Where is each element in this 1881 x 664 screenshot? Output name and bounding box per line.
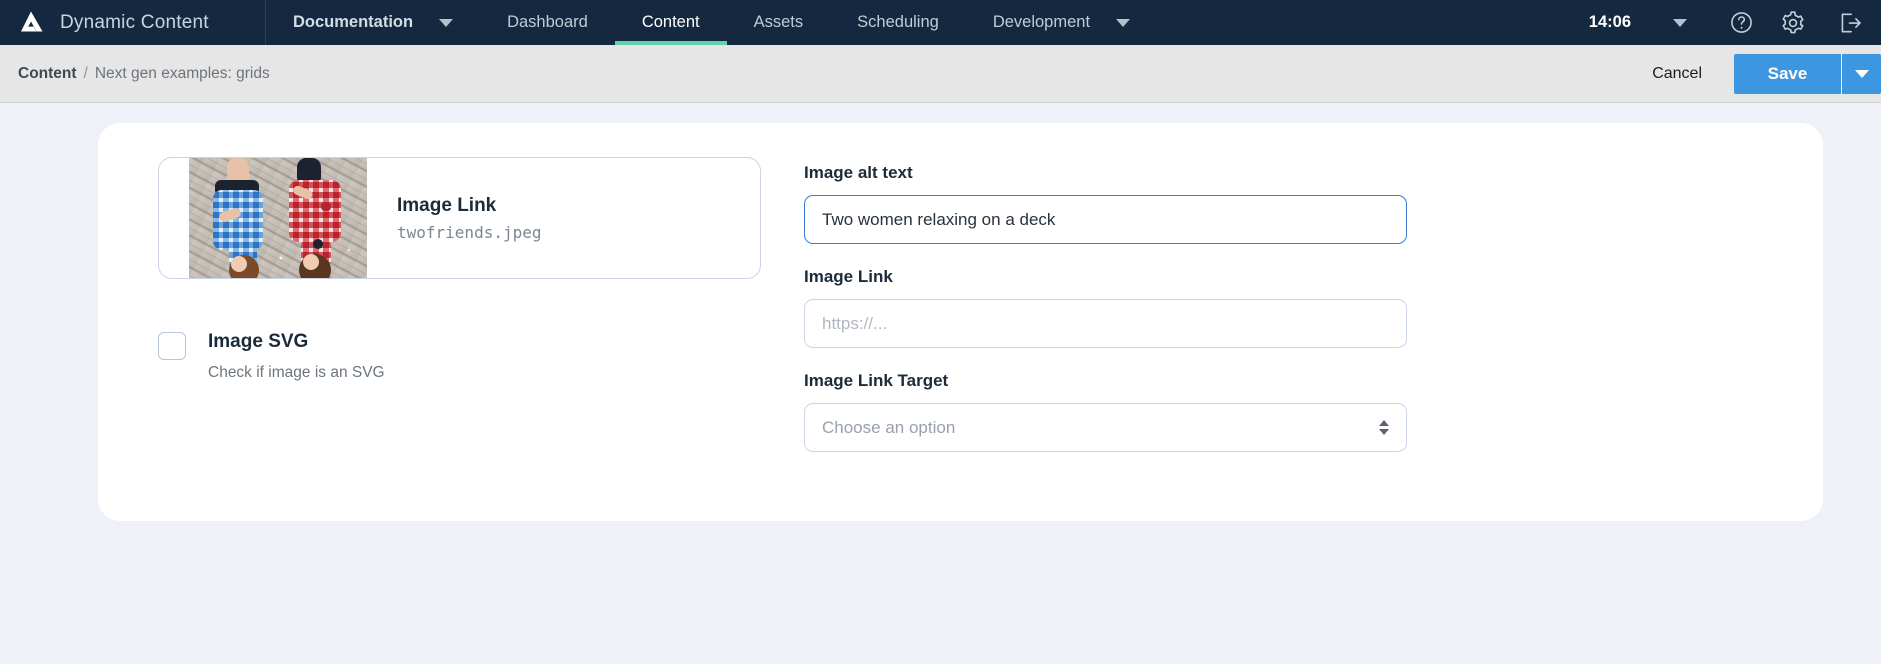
image-svg-helper-text: Check if image is an SVG (208, 364, 385, 381)
image-link-target-label: Image Link Target (804, 371, 949, 390)
delta-triangle-logo-icon (18, 10, 44, 36)
up-down-chevron-icon[interactable] (1379, 420, 1389, 435)
field-image-alt-text: Image alt text Two women relaxing on a d… (804, 163, 1409, 244)
image-link-target-value: Choose an option (822, 417, 956, 437)
breadcrumb-root-link[interactable]: Content (18, 65, 77, 83)
top-navigation-bar: Dynamic Content Documentation Dashboard … (0, 0, 1881, 45)
clock-menu[interactable]: 14:06 (1589, 13, 1715, 32)
image-link-label: Image Link (804, 267, 893, 286)
nav-tab-development[interactable]: Development (966, 0, 1157, 45)
main-content-area: Image Link twofriends.jpeg Image SVG Che… (0, 103, 1881, 664)
sign-out-button[interactable] (1819, 0, 1881, 45)
chevron-down-icon (1854, 69, 1869, 78)
help-button[interactable] (1715, 0, 1767, 45)
save-button[interactable]: Save (1734, 53, 1841, 94)
image-svg-label: Image SVG (208, 331, 309, 352)
breadcrumb-separator: / (83, 64, 88, 82)
breadcrumb-bar: Content / Next gen examples: grids Cance… (0, 45, 1881, 103)
image-link-input[interactable]: https://... (804, 299, 1407, 348)
image-link-target-select[interactable]: Choose an option (804, 403, 1407, 452)
image-card-title: Image Link (397, 194, 497, 216)
breadcrumb-current: Next gen examples: grids (94, 64, 270, 82)
panel-left-column: Image Link twofriends.jpeg Image SVG Che… (158, 157, 778, 487)
nav-tab-label: Development (992, 13, 1091, 31)
image-alt-text-input[interactable]: Two women relaxing on a deck (804, 195, 1407, 244)
image-svg-texts: Image SVG Check if image is an SVG (208, 331, 385, 382)
chevron-down-icon[interactable] (1673, 18, 1687, 27)
clock-label: 14:06 (1588, 13, 1631, 31)
image-thumbnail[interactable] (189, 158, 367, 278)
nav-tab-content[interactable]: Content (614, 0, 727, 45)
sign-out-icon (1837, 10, 1863, 36)
panel-right-column: Image alt text Two women relaxing on a d… (804, 157, 1409, 487)
image-card-meta: Image Link twofriends.jpeg (367, 158, 542, 278)
chevron-down-icon[interactable] (439, 18, 454, 27)
image-card-filename: twofriends.jpeg (397, 222, 542, 242)
image-properties-panel: Image Link twofriends.jpeg Image SVG Che… (98, 123, 1823, 521)
gear-icon (1780, 10, 1806, 36)
nav-tab-scheduling[interactable]: Scheduling (830, 0, 966, 45)
app-title: Dynamic Content (60, 11, 209, 33)
cancel-button[interactable]: Cancel (1620, 65, 1734, 83)
image-link-placeholder: https://... (822, 313, 888, 333)
nav-tabs: Documentation Dashboard Content Assets S… (266, 0, 1589, 45)
nav-tab-label: Dashboard (507, 13, 588, 31)
image-alt-text-label: Image alt text (804, 163, 913, 182)
help-circle-icon (1729, 10, 1754, 35)
save-dropdown-button[interactable] (1841, 53, 1881, 94)
nav-tab-label: Assets (753, 13, 804, 31)
nav-tab-assets[interactable]: Assets (727, 0, 831, 45)
settings-button[interactable] (1767, 0, 1819, 45)
image-alt-text-value: Two women relaxing on a deck (822, 209, 1056, 229)
image-svg-checkbox[interactable] (158, 332, 186, 360)
nav-right-cluster: 14:06 (1589, 0, 1881, 45)
nav-tab-label: Documentation (293, 13, 414, 31)
header-actions: Cancel Save (1620, 53, 1881, 94)
image-preview-card[interactable]: Image Link twofriends.jpeg (158, 157, 761, 279)
field-image-link-target: Image Link Target Choose an option (804, 371, 1409, 452)
nav-tab-label: Content (641, 13, 700, 31)
nav-tab-documentation[interactable]: Documentation (266, 0, 480, 45)
nav-tab-dashboard[interactable]: Dashboard (480, 0, 615, 45)
field-image-link: Image Link https://... (804, 267, 1409, 348)
chevron-down-icon[interactable] (1116, 18, 1131, 27)
brand-area[interactable]: Dynamic Content (0, 0, 266, 45)
nav-tab-label: Scheduling (857, 13, 939, 31)
image-svg-checkbox-row: Image SVG Check if image is an SVG (158, 331, 778, 382)
save-button-group: Save (1734, 53, 1881, 94)
